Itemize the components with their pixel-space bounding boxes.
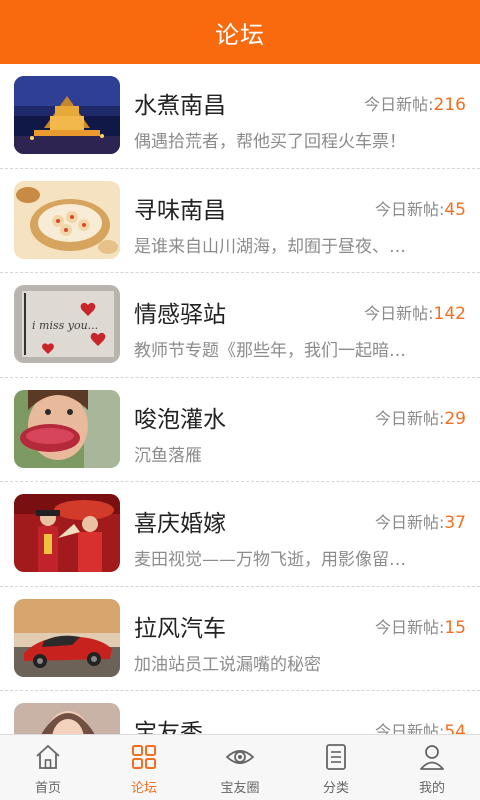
forum-title: 情感驿站 [134, 302, 226, 328]
forum-item-baoyou-xiu[interactable]: 宝友秀 今日新帖:54 [0, 691, 480, 734]
tab-home[interactable]: 首页 [0, 735, 96, 800]
forum-thumbnail-pavilion-night [14, 76, 120, 154]
tab-label: 首页 [34, 781, 61, 796]
forum-latest-post: 教师节专题《那些年，我们一起暗… [134, 341, 406, 361]
forum-thumbnail-dim-sum [14, 180, 120, 259]
app-header: 论坛 [0, 0, 480, 64]
today-posts-count: 今日新帖:54 [374, 722, 466, 734]
forum-thumbnail-funny-face [14, 389, 120, 468]
forum-latest-post: 麦田视觉——万物飞逝，用影像留… [134, 550, 406, 570]
category-list-icon [326, 744, 346, 770]
forum-latest-post: 沉鱼落雁 [134, 445, 202, 466]
today-posts-count: 今日新帖:45 [374, 199, 466, 220]
tab-label: 论坛 [130, 781, 157, 796]
forum-title: 寻味南昌 [134, 197, 226, 224]
forum-item-shuizhu-nanchang[interactable]: 水煮南昌 今日新帖:216 偶遇拾荒者，帮他买了回程火车票！ [0, 64, 480, 169]
forum-thumbnail-miss-you-note: i miss you... [14, 285, 120, 363]
forum-list[interactable]: 水煮南昌 今日新帖:216 偶遇拾荒者，帮他买了回程火车票！ 寻味南昌 今日新帖… [0, 64, 480, 734]
eye-icon [225, 750, 255, 764]
home-icon [36, 745, 60, 769]
forum-title: 拉风汽车 [134, 615, 226, 642]
forum-title: 宝友秀 [134, 720, 203, 734]
today-posts-count: 今日新帖:216 [364, 95, 466, 115]
forum-thumbnail-wedding-couple [14, 494, 120, 572]
today-posts-count: 今日新帖:15 [374, 617, 466, 638]
bottom-tab-bar: 首页 论坛 宝友圈 分类 我的 [0, 734, 480, 800]
today-posts-count: 今日新帖:29 [374, 408, 466, 429]
forum-grid-icon [132, 745, 156, 769]
forum-thumbnail-portrait [14, 703, 120, 734]
forum-title: 喜庆婚嫁 [134, 511, 226, 537]
forum-latest-post: 加油站员工说漏嘴的秘密 [134, 654, 321, 675]
forum-title: 唆泡灌水 [134, 406, 226, 433]
forum-item-xunwei-nanchang[interactable]: 寻味南昌 今日新帖:45 是谁来自山川湖海，却囿于昼夜、… [0, 169, 480, 273]
tab-label: 我的 [418, 781, 445, 796]
svg-text:i miss you...: i miss you... [32, 319, 98, 332]
tab-category[interactable]: 分类 [288, 735, 384, 800]
tab-label: 宝友圈 [220, 781, 260, 796]
user-icon [420, 745, 444, 770]
today-posts-count: 今日新帖:142 [364, 304, 466, 324]
tab-label: 分类 [322, 781, 349, 796]
tab-forum[interactable]: 论坛 [96, 735, 192, 800]
tab-baoyou-circle[interactable]: 宝友圈 [192, 735, 288, 800]
tab-mine[interactable]: 我的 [384, 735, 480, 800]
forum-latest-post: 偶遇拾荒者，帮他买了回程火车票！ [134, 132, 406, 152]
forum-item-qinggan-yizhan[interactable]: i miss you... 情感驿站 今日新帖:142 教师节专题《那些年，我们… [0, 273, 480, 378]
forum-item-lafeng-qiche[interactable]: 拉风汽车 今日新帖:15 加油站员工说漏嘴的秘密 [0, 587, 480, 691]
forum-latest-post: 是谁来自山川湖海，却囿于昼夜、… [134, 236, 406, 257]
page-title: 论坛 [215, 20, 265, 49]
today-posts-count: 今日新帖:37 [374, 513, 466, 533]
forum-item-xiqing-hunjia[interactable]: 喜庆婚嫁 今日新帖:37 麦田视觉——万物飞逝，用影像留… [0, 482, 480, 587]
forum-item-suopao-guanshui[interactable]: 唆泡灌水 今日新帖:29 沉鱼落雁 [0, 378, 480, 482]
forum-thumbnail-sports-car [14, 598, 120, 677]
forum-title: 水煮南昌 [134, 93, 226, 119]
